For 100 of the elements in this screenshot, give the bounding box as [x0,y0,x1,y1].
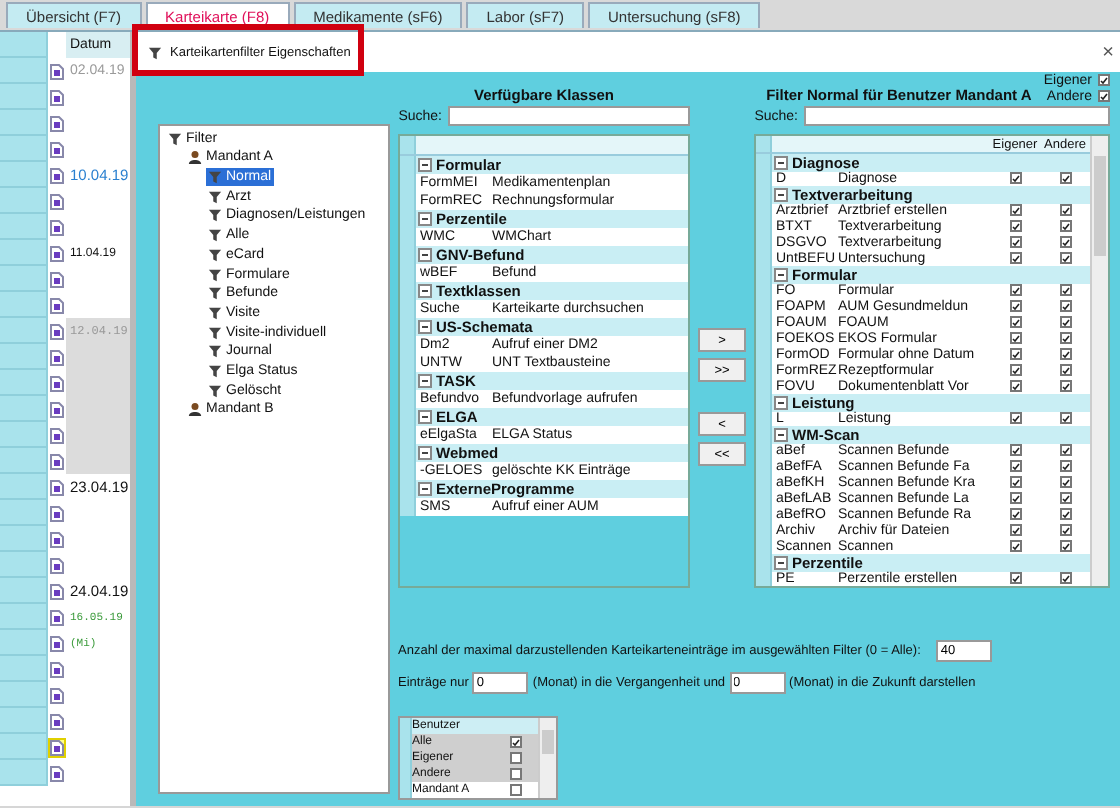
document-icon [50,687,64,703]
checkbox[interactable] [1098,90,1110,102]
checkbox[interactable] [1009,412,1021,424]
checkbox[interactable] [1009,316,1021,328]
checkbox[interactable] [1059,572,1071,584]
checkbox[interactable] [1059,316,1071,328]
collapse-icon[interactable] [418,374,432,388]
checkbox[interactable] [1009,572,1021,584]
checkbox[interactable] [1009,252,1021,264]
document-icon [50,531,64,547]
collapse-icon[interactable] [774,268,788,282]
row-header [0,188,48,214]
document-icon [50,375,64,391]
checkbox[interactable] [1059,540,1071,552]
checkbox[interactable] [1009,460,1021,472]
row-header [0,58,48,84]
checkbox[interactable] [1009,476,1021,488]
checkbox[interactable] [1059,252,1071,264]
row-header [0,32,48,58]
collapse-icon[interactable] [418,212,432,226]
checkbox[interactable] [1059,284,1071,296]
checkbox[interactable] [1059,364,1071,376]
row-header [0,526,48,552]
document-icon [50,401,64,417]
checkbox[interactable] [1098,74,1110,86]
document-icon [50,609,64,625]
row-header [0,474,48,500]
document-icon [50,63,64,79]
row-header [0,500,48,526]
document-icon [50,219,64,235]
checkbox[interactable] [1059,172,1071,184]
checkbox[interactable] [1009,348,1021,360]
collapse-icon[interactable] [774,396,788,410]
checkbox[interactable] [1059,444,1071,456]
row-header [0,604,48,630]
checkbox[interactable] [1059,204,1071,216]
collapse-icon[interactable] [774,156,788,170]
checkbox[interactable] [1059,220,1071,232]
checkbox[interactable] [1059,508,1071,520]
checkbox[interactable] [1009,508,1021,520]
checkbox[interactable] [1059,524,1071,536]
document-icon [50,635,64,651]
document-icon [50,115,64,131]
checkbox[interactable] [1009,204,1021,216]
checkbox[interactable] [510,752,522,764]
checkbox[interactable] [1059,348,1071,360]
search-field[interactable] [448,106,690,126]
checkbox[interactable] [1009,332,1021,344]
checkbox[interactable] [1009,524,1021,536]
checkbox[interactable] [1009,284,1021,296]
collapse-icon[interactable] [418,248,432,262]
row-header [0,396,48,422]
document-icon [50,765,64,781]
document-icon [50,713,64,729]
document-icon [50,505,64,521]
search-field[interactable] [804,106,1110,126]
close-button[interactable]: × [1098,41,1118,63]
checkbox[interactable] [1059,492,1071,504]
collapse-icon[interactable] [418,410,432,424]
checkbox[interactable] [510,768,522,780]
document-icon [50,89,64,105]
document-icon [50,297,64,313]
checkbox[interactable] [510,736,522,748]
scrollbar[interactable] [1090,136,1108,586]
checkbox[interactable] [1059,476,1071,488]
collapse-icon[interactable] [418,320,432,334]
checkbox[interactable] [1009,492,1021,504]
collapse-icon[interactable] [418,158,432,172]
scrollbar[interactable] [538,718,556,798]
checkbox[interactable] [1009,364,1021,376]
collapse-icon[interactable] [418,482,432,496]
checkbox[interactable] [1009,540,1021,552]
checkbox[interactable] [1059,412,1071,424]
checkbox[interactable] [1009,172,1021,184]
checkbox[interactable] [1009,444,1021,456]
checkbox[interactable] [1059,300,1071,312]
checkbox[interactable] [1059,332,1071,344]
collapse-icon[interactable] [774,188,788,202]
document-icon [50,245,64,261]
checkbox[interactable] [1009,380,1021,392]
checkbox[interactable] [1059,380,1071,392]
checkbox[interactable] [1009,300,1021,312]
document-icon [50,193,64,209]
row-header [0,110,48,136]
row-header [0,656,48,682]
collapse-icon[interactable] [774,428,788,442]
collapse-icon[interactable] [418,284,432,298]
checkbox[interactable] [1059,460,1071,472]
document-icon [50,167,64,183]
row-header [0,318,48,344]
checkbox[interactable] [510,784,522,796]
checkbox[interactable] [1009,236,1021,248]
document-icon [50,557,64,573]
checkbox[interactable] [1009,220,1021,232]
document-icon [50,323,64,339]
checkbox[interactable] [1059,236,1071,248]
document-icon [50,141,64,157]
collapse-icon[interactable] [774,556,788,570]
collapse-icon[interactable] [418,446,432,460]
document-icon [50,583,64,599]
